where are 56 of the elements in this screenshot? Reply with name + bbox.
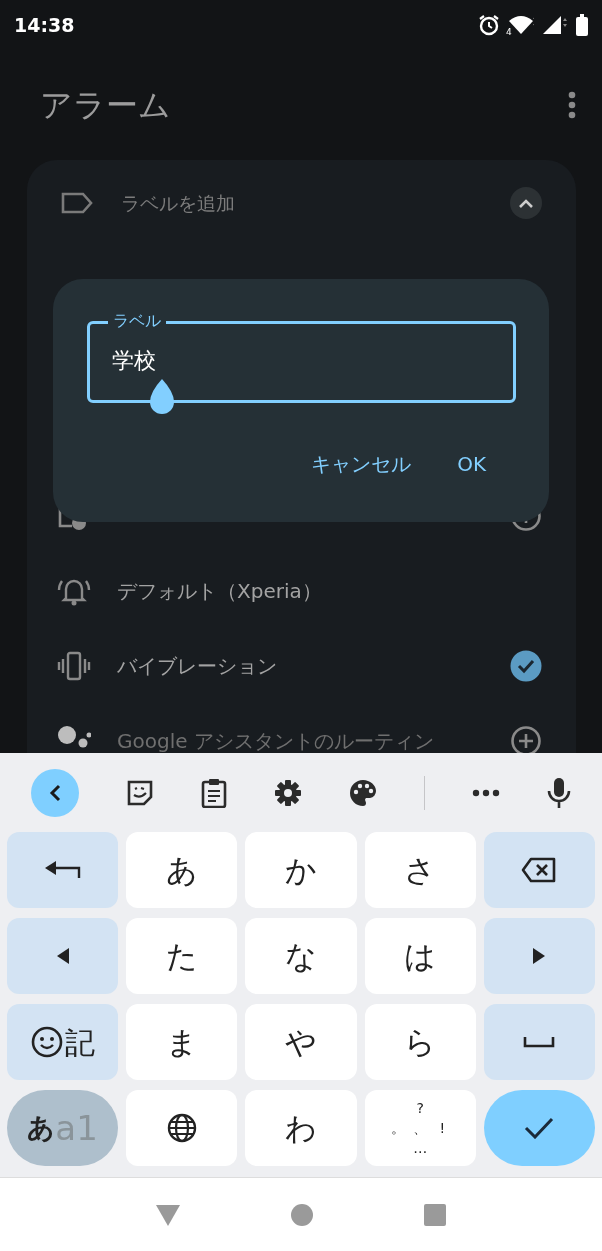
punctuation-mark: ? [416,1099,424,1118]
checkmark-icon [524,1117,555,1139]
key[interactable]: わ [245,1090,357,1166]
left-triangle-icon [55,947,70,965]
emoji-key[interactable]: 記 [7,1004,119,1080]
recents-icon[interactable] [423,1202,448,1227]
key[interactable]: か [245,832,357,908]
punctuation-mark: … [413,1139,428,1158]
chevron-left-icon [49,783,62,802]
cancel-button[interactable]: キャンセル [293,443,430,485]
key[interactable]: あ [126,832,238,908]
back-icon[interactable] [154,1202,181,1227]
key[interactable]: ま [126,1004,238,1080]
tag-icon [61,192,93,214]
microphone-icon[interactable] [546,776,571,809]
wifi-label: 4 [506,25,512,39]
key[interactable]: た [126,918,238,994]
palette-icon[interactable] [348,778,377,807]
punctuation-mark: 。 [391,1119,406,1138]
option-label[interactable]: デフォルト（Xperia） [117,575,542,606]
key[interactable]: な [245,918,357,994]
more-icon[interactable] [471,788,500,797]
collapse-button[interactable] [510,187,542,219]
punctuation-key[interactable]: ? 。 、 ! … [364,1090,476,1166]
wifi-icon [508,15,534,35]
vibration-icon [57,650,91,681]
backspace-key[interactable] [483,832,595,908]
checkbox[interactable] [510,649,542,682]
backspace-icon [521,857,558,883]
battery-icon [576,14,588,36]
settings-icon[interactable] [274,778,303,807]
status-time: 14:38 [14,12,75,38]
space-icon [523,1036,556,1048]
more-options-icon[interactable] [568,91,576,119]
punctuation-mark: ! [439,1119,445,1138]
app-title: アラーム [40,85,171,126]
language-key[interactable] [126,1090,238,1166]
key[interactable]: さ [364,832,476,908]
option-label[interactable]: バイブレーション [117,650,484,681]
punctuation-mark: 、 [413,1119,428,1138]
chevron-icon [518,198,534,208]
globe-icon [166,1113,197,1143]
key[interactable]: ら [364,1004,476,1080]
clipboard-icon[interactable] [201,777,228,808]
sticker-icon[interactable] [126,778,155,807]
label-placeholder[interactable]: ラベルを追加 [121,188,482,218]
smiley-icon [30,1026,63,1058]
right-triangle-icon [532,947,547,965]
signal-icon [542,15,568,35]
key-label: 記 [64,1023,95,1062]
add-icon[interactable] [510,724,542,753]
key[interactable]: は [364,918,476,994]
ok-button[interactable]: OK [439,443,504,485]
home-icon[interactable] [290,1202,314,1227]
key[interactable]: や [245,1004,357,1080]
alarm-clock-icon [478,14,500,36]
